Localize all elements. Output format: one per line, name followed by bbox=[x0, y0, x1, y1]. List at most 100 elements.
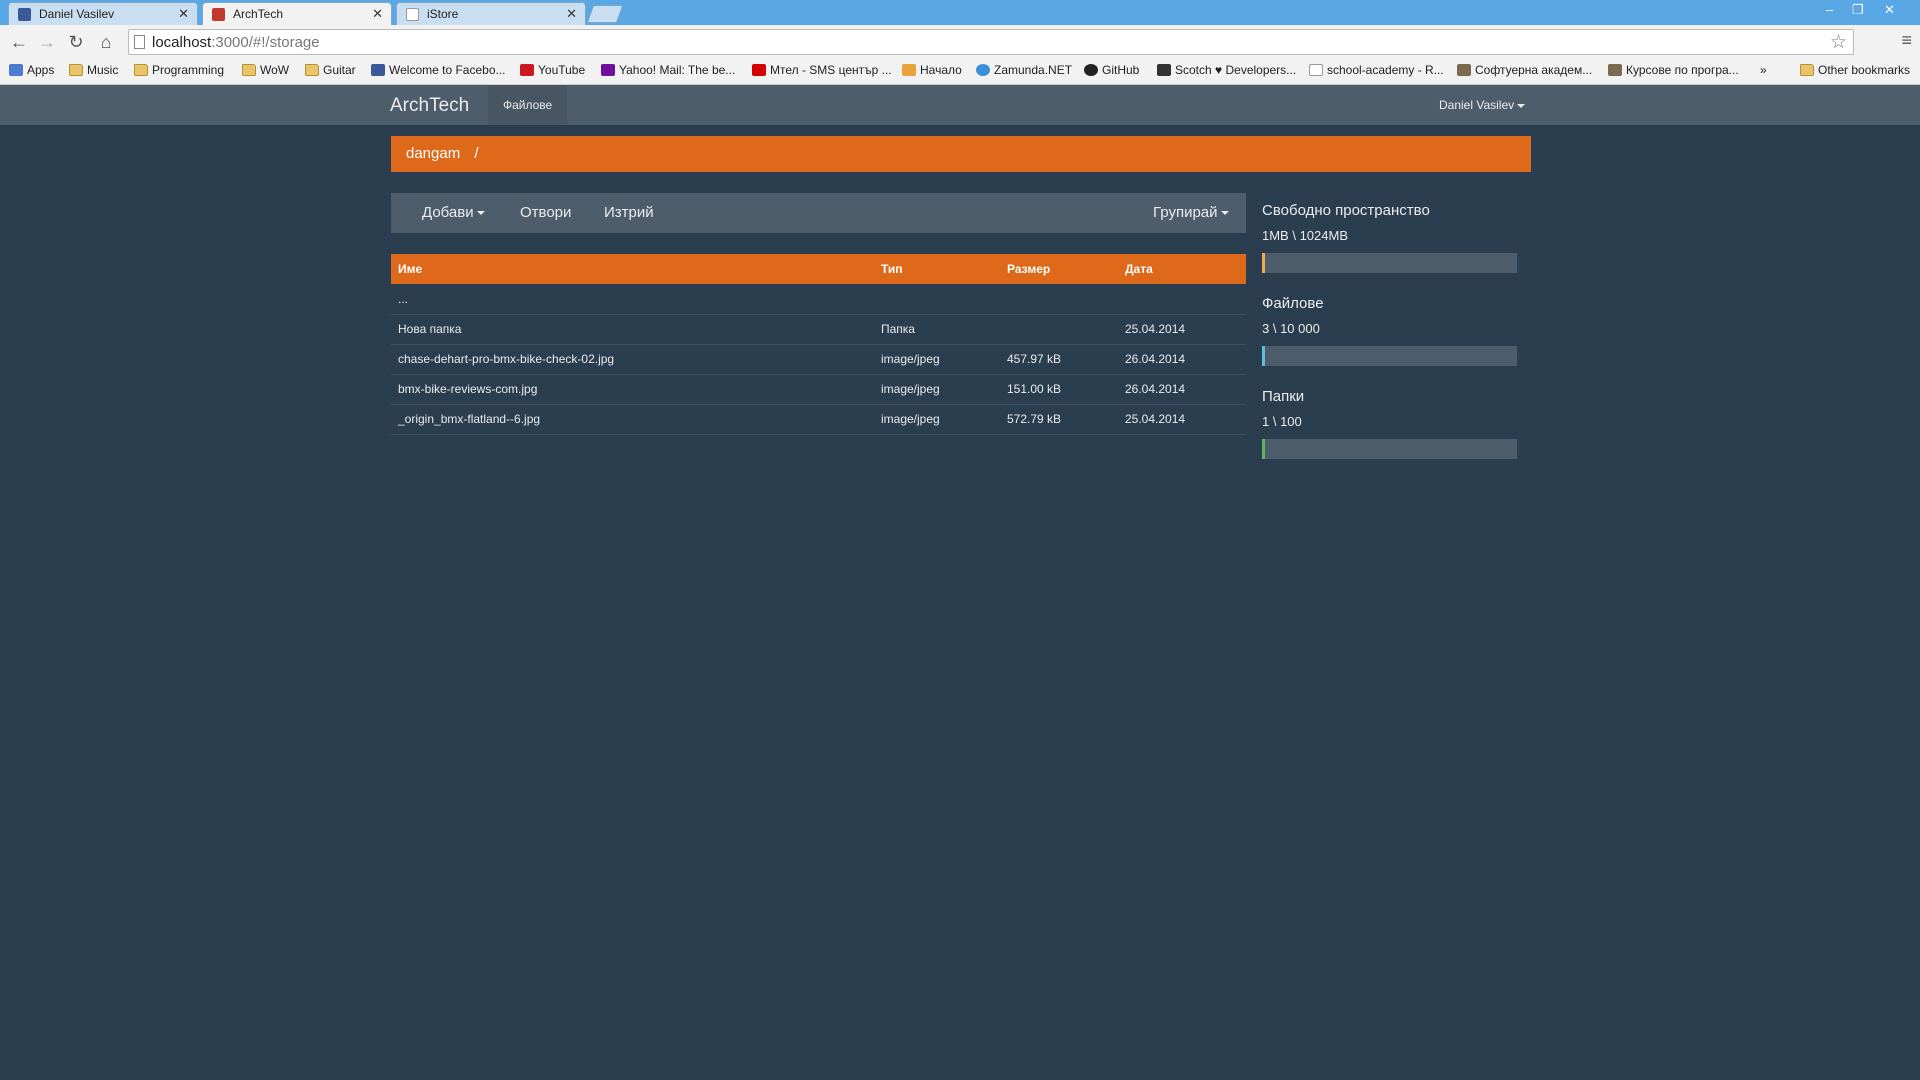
bookmark-label: Guitar bbox=[323, 63, 356, 77]
url-text[interactable]: localhost:3000/#!/storage bbox=[152, 34, 320, 51]
bookmark-school-academy[interactable]: school-academy - R... bbox=[1309, 63, 1444, 77]
delete-button[interactable]: Изтрий bbox=[604, 204, 654, 221]
cell-name: bmx-bike-reviews-com.jpg bbox=[391, 374, 874, 405]
bookmark-label: Софтуерна академ... bbox=[1475, 63, 1593, 77]
github-icon bbox=[1084, 64, 1098, 76]
forward-arrow-icon[interactable]: → bbox=[36, 31, 58, 53]
cell-date bbox=[1118, 284, 1246, 315]
breadcrumb-folder[interactable]: dangam bbox=[406, 145, 460, 162]
reload-icon[interactable]: ↻ bbox=[65, 31, 87, 53]
zamunda-icon bbox=[976, 64, 990, 76]
bookmark-label: Yahoo! Mail: The be... bbox=[619, 63, 736, 77]
table-row[interactable]: bmx-bike-reviews-com.jpg image/jpeg 151.… bbox=[391, 374, 1246, 405]
browser-tab-facebook[interactable]: Daniel Vasilev ✕ bbox=[8, 2, 198, 25]
home-icon[interactable]: ⌂ bbox=[95, 31, 117, 53]
app-navbar: ArchTech Файлове Daniel Vasilev bbox=[0, 85, 1920, 125]
bookmark-star-icon[interactable]: ☆ bbox=[1830, 31, 1847, 54]
progress-bar bbox=[1262, 346, 1517, 366]
column-header-name[interactable]: Име bbox=[391, 254, 874, 284]
user-menu[interactable]: Daniel Vasilev bbox=[1439, 98, 1526, 112]
bookmark-apps[interactable]: Apps bbox=[9, 63, 54, 77]
free-space-stat: Свободно пространство 1MB \ 1024MB bbox=[1262, 202, 1517, 273]
bookmark-nachalo[interactable]: Начало bbox=[902, 63, 962, 77]
browser-menu-icon[interactable]: ≡ bbox=[1901, 30, 1912, 51]
file-action-bar: Добави Отвори Изтрий Групирай bbox=[391, 193, 1246, 233]
column-header-size[interactable]: Размер bbox=[1000, 254, 1118, 284]
bookmark-folder-wow[interactable]: WoW bbox=[242, 63, 289, 77]
bookmark-folder-programming[interactable]: Programming bbox=[134, 63, 224, 77]
facebook-icon bbox=[371, 64, 385, 76]
folders-stat: Папки 1 \ 100 bbox=[1262, 388, 1517, 459]
bookmark-label: school-academy - R... bbox=[1327, 63, 1444, 77]
close-tab-icon[interactable]: ✕ bbox=[372, 6, 383, 22]
bookmark-github[interactable]: GitHub bbox=[1084, 63, 1139, 77]
apps-grid-icon bbox=[9, 64, 23, 76]
bookmarks-bar: Apps Music Programming WoW Guitar Welcom… bbox=[0, 59, 1920, 85]
minimize-icon[interactable]: ‒ bbox=[1826, 2, 1833, 17]
softuni-icon bbox=[1457, 64, 1471, 76]
table-row[interactable]: chase-dehart-pro-bmx-bike-check-02.jpg i… bbox=[391, 344, 1246, 375]
table-row-parent[interactable]: ... bbox=[391, 284, 1246, 315]
stat-title: Свободно пространство bbox=[1262, 202, 1430, 219]
browser-tab-istore[interactable]: iStore ✕ bbox=[396, 2, 586, 25]
softuni-icon bbox=[1608, 64, 1622, 76]
cell-size bbox=[1000, 284, 1118, 315]
cell-type: image/jpeg bbox=[874, 344, 1000, 375]
bookmark-scotch[interactable]: Scotch ♥ Developers... bbox=[1157, 63, 1296, 77]
cell-size: 572.79 kB bbox=[1000, 404, 1118, 435]
cell-date: 25.04.2014 bbox=[1118, 404, 1246, 435]
bookmark-software-academy[interactable]: Софтуерна академ... bbox=[1457, 63, 1592, 77]
page-icon bbox=[1309, 64, 1323, 76]
bookmark-mtel[interactable]: Mтел - SMS център ... bbox=[752, 63, 892, 77]
bookmark-label: GitHub bbox=[1102, 63, 1140, 77]
stat-value: 1MB \ 1024MB bbox=[1262, 228, 1348, 243]
table-row[interactable]: _origin_bmx-flatland--6.jpg image/jpeg 5… bbox=[391, 404, 1246, 435]
close-tab-icon[interactable]: ✕ bbox=[566, 6, 577, 22]
bookmark-label: Начало bbox=[920, 63, 962, 77]
page-icon bbox=[134, 35, 145, 49]
restore-icon[interactable]: ❐ bbox=[1852, 2, 1864, 18]
table-row[interactable]: Нова папка Папка 25.04.2014 bbox=[391, 314, 1246, 345]
bookmark-zamunda[interactable]: Zamunda.NET bbox=[976, 63, 1072, 77]
other-bookmarks[interactable]: Other bookmarks bbox=[1800, 63, 1910, 77]
folder-icon bbox=[1800, 64, 1814, 76]
cell-date: 25.04.2014 bbox=[1118, 314, 1246, 345]
column-header-type[interactable]: Тип bbox=[874, 254, 1000, 284]
caret-down-icon bbox=[476, 211, 485, 216]
back-arrow-icon[interactable]: ← bbox=[8, 31, 30, 53]
bookmark-yahoo-mail[interactable]: Yahoo! Mail: The be... bbox=[601, 63, 735, 77]
bookmark-label: WoW bbox=[260, 63, 290, 77]
bookmark-folder-music[interactable]: Music bbox=[69, 63, 118, 77]
address-bar[interactable]: localhost:3000/#!/storage ☆ bbox=[128, 29, 1854, 55]
browser-toolbar: ← → ↻ ⌂ localhost:3000/#!/storage ☆ ≡ bbox=[0, 25, 1920, 59]
folder-icon bbox=[242, 64, 256, 76]
cell-type: image/jpeg bbox=[874, 374, 1000, 405]
stat-title: Папки bbox=[1262, 388, 1305, 405]
browser-tab-strip: Daniel Vasilev ✕ ArchTech ✕ iStore ✕ ‒ ❐… bbox=[0, 0, 1920, 25]
column-header-date[interactable]: Дата bbox=[1118, 254, 1246, 284]
table-header-row: Име Тип Размер Дата bbox=[391, 254, 1246, 284]
open-button[interactable]: Отвори bbox=[520, 204, 571, 221]
new-tab-button[interactable] bbox=[586, 5, 624, 23]
folder-icon bbox=[305, 64, 319, 76]
browser-tab-archtech[interactable]: ArchTech ✕ bbox=[202, 2, 392, 25]
bookmark-label: Other bookmarks bbox=[1818, 63, 1911, 77]
close-tab-icon[interactable]: ✕ bbox=[178, 6, 189, 22]
nav-files-link[interactable]: Файлове bbox=[488, 85, 568, 125]
close-window-icon[interactable]: ✕ bbox=[1884, 2, 1895, 18]
add-dropdown-button[interactable]: Добави bbox=[422, 204, 485, 221]
cell-type bbox=[874, 284, 1000, 315]
brand-logo[interactable]: ArchTech bbox=[390, 95, 469, 117]
bookmark-youtube[interactable]: YouTube bbox=[520, 63, 585, 77]
bookmark-programming-courses[interactable]: Курсове по програ... bbox=[1608, 63, 1739, 77]
caret-down-icon bbox=[1220, 211, 1229, 216]
group-dropdown-button[interactable]: Групирай bbox=[1153, 204, 1229, 221]
bookmark-label: Scotch ♥ Developers... bbox=[1175, 63, 1297, 77]
bookmark-facebook[interactable]: Welcome to Facebo... bbox=[371, 63, 506, 77]
bookmarks-overflow-button[interactable]: » bbox=[1760, 63, 1767, 77]
bookmark-label: Mтел - SMS център ... bbox=[770, 63, 892, 77]
bookmark-folder-guitar[interactable]: Guitar bbox=[305, 63, 356, 77]
add-label: Добави bbox=[422, 204, 474, 221]
mtel-icon bbox=[752, 64, 766, 76]
bookmark-label: Курсове по програ... bbox=[1626, 63, 1739, 77]
